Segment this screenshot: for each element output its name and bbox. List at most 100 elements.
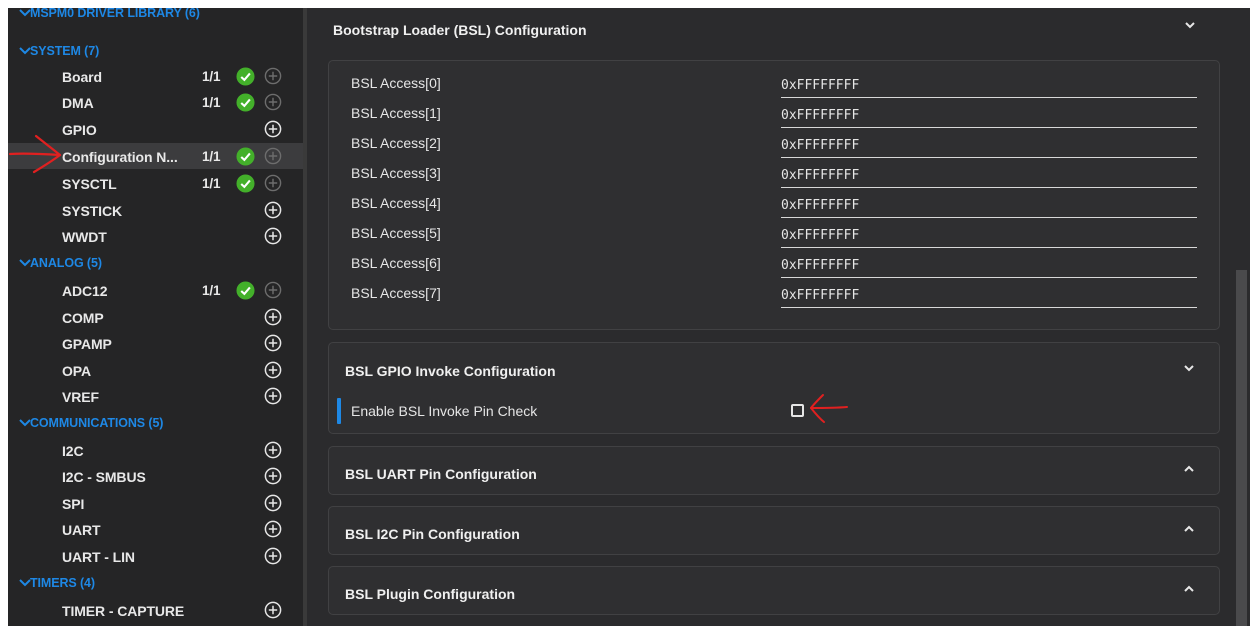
bsl-access-row: BSL Access[4] 0xFFFFFFFF [329,187,1209,218]
bsl-access-label: BSL Access[7] [351,285,441,301]
check-circle-icon [236,147,255,166]
plus-circle-icon[interactable] [264,467,282,485]
plus-circle-icon[interactable] [264,201,282,219]
bsl-access-0-input[interactable]: 0xFFFFFFFF [781,77,1197,98]
category-timers[interactable]: TIMERS (4) [8,570,303,596]
plus-circle-icon[interactable] [264,281,282,299]
sidebar-item-sysctl[interactable]: SYSCTL 1/1 [8,170,303,196]
bsl-access-3-input[interactable]: 0xFFFFFFFF [781,167,1197,188]
bsl-access-label: BSL Access[4] [351,195,441,211]
sidebar-item-spi[interactable]: SPI [8,490,303,516]
bsl-access-7-input[interactable]: 0xFFFFFFFF [781,287,1197,308]
plus-circle-icon[interactable] [264,67,282,85]
field-accent-bar [337,398,341,424]
bsl-access-6-input[interactable]: 0xFFFFFFFF [781,257,1197,278]
bsl-access-label: BSL Access[0] [351,75,441,91]
module-label: VREF [62,389,99,405]
sidebar-item-wwdt[interactable]: WWDT [8,223,303,249]
bsl-access-label: BSL Access[5] [351,225,441,241]
module-label: I2C [62,443,84,459]
module-count: 1/1 [202,95,221,110]
category-system[interactable]: SYSTEM (7) [8,38,303,64]
plus-circle-icon[interactable] [264,520,282,538]
sidebar-item-gpamp[interactable]: GPAMP [8,330,303,356]
module-label: UART - LIN [62,549,135,565]
module-count: 1/1 [202,176,221,191]
bsl-i2c-pin-card[interactable]: BSL I2C Pin Configuration [328,506,1220,555]
module-sidebar: MSPM0 DRIVER LIBRARY (6) SYSTEM (7) Boar… [8,8,303,626]
sidebar-item-uart-lin[interactable]: UART - LIN [8,543,303,569]
sidebar-item-vref[interactable]: VREF [8,383,303,409]
module-label: SYSCTL [62,176,117,192]
plus-circle-icon[interactable] [264,227,282,245]
check-circle-icon [236,93,255,112]
plus-circle-icon[interactable] [264,93,282,111]
plus-circle-icon[interactable] [264,174,282,192]
bsl-access-5-input[interactable]: 0xFFFFFFFF [781,227,1197,248]
module-count: 1/1 [202,283,221,298]
sidebar-item-i2c[interactable]: I2C [8,437,303,463]
sidebar-item-timer-capture[interactable]: TIMER - CAPTURE [8,597,303,623]
plus-circle-icon[interactable] [264,441,282,459]
module-label: I2C - SMBUS [62,469,146,485]
plus-circle-icon[interactable] [264,361,282,379]
check-circle-icon [236,174,255,193]
bsl-plugin-title: BSL Plugin Configuration [345,586,516,602]
bsl-uart-pin-card[interactable]: BSL UART Pin Configuration [328,446,1220,495]
chevron-up-icon[interactable] [1182,462,1196,476]
bsl-access-row: BSL Access[2] 0xFFFFFFFF [329,127,1209,158]
chevron-down-icon[interactable] [1183,18,1197,32]
module-label: ADC12 [62,283,108,299]
module-label: GPAMP [62,336,112,352]
category-label: ANALOG (5) [30,256,102,270]
sidebar-item-opa[interactable]: OPA [8,357,303,383]
bsl-access-4-input[interactable]: 0xFFFFFFFF [781,197,1197,218]
check-circle-icon [236,281,255,300]
sidebar-item-systick[interactable]: SYSTICK [8,197,303,223]
sidebar-item-dma[interactable]: DMA 1/1 [8,89,303,115]
plus-circle-icon[interactable] [264,494,282,512]
chevron-up-icon[interactable] [1182,522,1196,536]
bsl-access-label: BSL Access[1] [351,105,441,121]
panel-gutter [307,8,315,626]
bsl-access-1-input[interactable]: 0xFFFFFFFF [781,107,1197,128]
bsl-access-label: BSL Access[6] [351,255,441,271]
module-label: WWDT [62,229,107,245]
bsl-plugin-card[interactable]: BSL Plugin Configuration [328,566,1220,615]
plus-circle-icon[interactable] [264,147,282,165]
bsl-access-row: BSL Access[0] 0xFFFFFFFF [329,67,1209,98]
category-label: COMMUNICATIONS (5) [30,416,164,430]
bsl-access-2-input[interactable]: 0xFFFFFFFF [781,137,1197,158]
category-analog[interactable]: ANALOG (5) [8,250,303,276]
main-scrollbar-thumb[interactable] [1236,270,1247,626]
sidebar-item-uart[interactable]: UART [8,516,303,542]
chevron-down-icon[interactable] [1182,361,1196,375]
category-driver-library[interactable]: MSPM0 DRIVER LIBRARY (6) [8,8,303,26]
bsl-access-label: BSL Access[2] [351,135,441,151]
sidebar-item-configuration-nvm[interactable]: Configuration N... 1/1 [8,143,303,169]
plus-circle-icon[interactable] [264,601,282,619]
module-label: Configuration N... [62,149,178,165]
invoke-pin-check-checkbox[interactable] [791,404,804,417]
sidebar-item-adc12[interactable]: ADC12 1/1 [8,277,303,303]
module-label: COMP [62,310,104,326]
plus-circle-icon[interactable] [264,547,282,565]
sidebar-item-gpio[interactable]: GPIO [8,116,303,142]
sidebar-item-i2c-smbus[interactable]: I2C - SMBUS [8,463,303,489]
bsl-i2c-pin-title: BSL I2C Pin Configuration [345,526,520,542]
bsl-access-row: BSL Access[3] 0xFFFFFFFF [329,157,1209,188]
module-count: 1/1 [202,69,221,84]
plus-circle-icon[interactable] [264,308,282,326]
plus-circle-icon[interactable] [264,387,282,405]
category-label: SYSTEM (7) [30,44,100,58]
bsl-access-row: BSL Access[1] 0xFFFFFFFF [329,97,1209,128]
category-communications[interactable]: COMMUNICATIONS (5) [8,410,303,436]
plus-circle-icon[interactable] [264,334,282,352]
bsl-access-row: BSL Access[5] 0xFFFFFFFF [329,217,1209,248]
sidebar-item-comp[interactable]: COMP [8,304,303,330]
sidebar-item-board[interactable]: Board 1/1 [8,63,303,89]
module-label: GPIO [62,122,97,138]
chevron-up-icon[interactable] [1182,582,1196,596]
bsl-config-title: Bootstrap Loader (BSL) Configuration [333,22,587,38]
plus-circle-icon[interactable] [264,120,282,138]
